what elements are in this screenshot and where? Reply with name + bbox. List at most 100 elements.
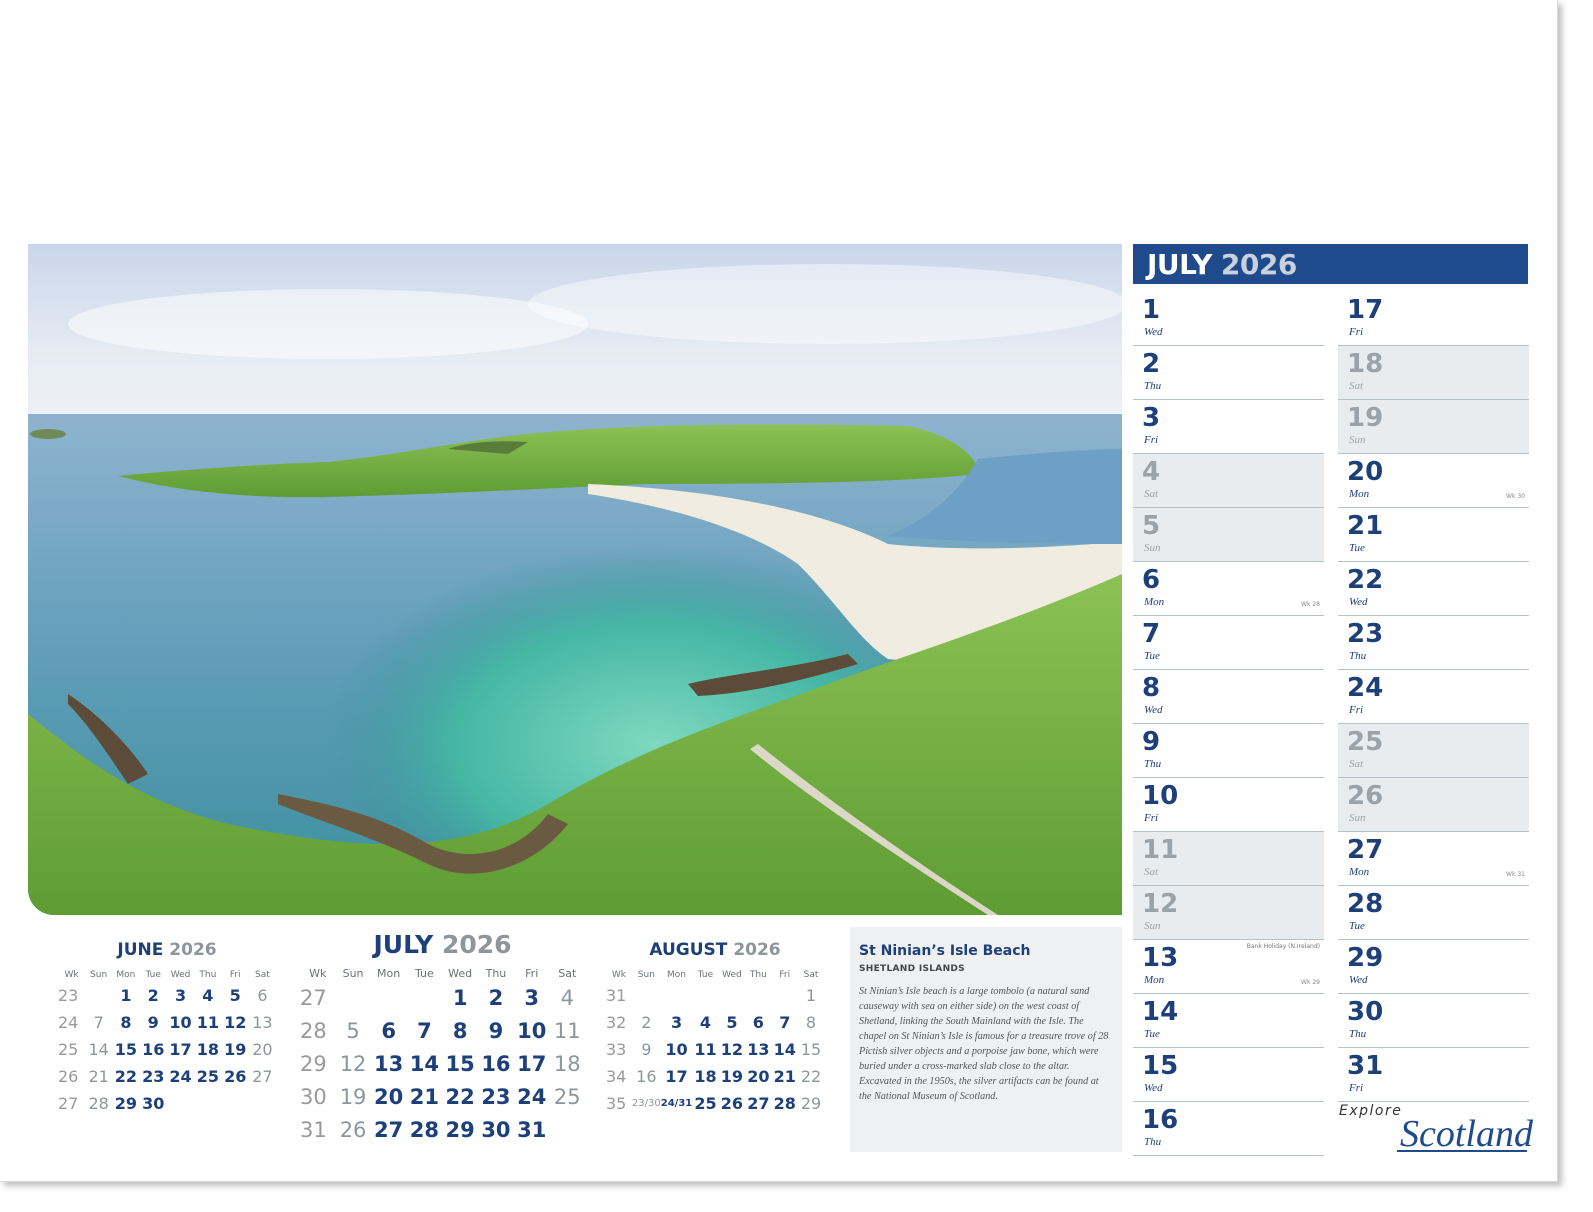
date-cell: 28 bbox=[409, 1117, 440, 1142]
day-column-left: 1 Wed 2 Thu 3 Fri 4 Sat 5 Sun 6 Mon Wk 28 7 Tue 8 Wed 9 Th… bbox=[1133, 292, 1324, 1156]
date-cell: 3 bbox=[174, 986, 187, 1005]
holiday-label: Bank Holiday (N.Ireland) bbox=[1246, 943, 1320, 950]
week-number: Wk 31 bbox=[1506, 871, 1525, 878]
day-column-right: 17 Fri 18 Sat 19 Sun 20 Mon Wk 30 21 Tue 22 Wed 23 Thu… bbox=[1338, 292, 1529, 1102]
day-number: 17 bbox=[1347, 295, 1384, 325]
day-cell-11: 11 Sat bbox=[1133, 832, 1324, 886]
date-cell: 12 bbox=[224, 1013, 247, 1032]
date-cell: 6 bbox=[257, 986, 268, 1005]
day-number: 30 bbox=[1347, 997, 1384, 1027]
date-cell: 31 bbox=[517, 1117, 547, 1142]
date-cell bbox=[661, 982, 692, 1009]
day-name: Wed bbox=[1144, 326, 1163, 338]
day-name: Sat bbox=[1349, 380, 1364, 392]
weekday-header: Tue bbox=[415, 966, 434, 980]
mini-calendar-row: 33 9 10 11 12 13 14 15 bbox=[606, 1036, 824, 1063]
day-number: 13 bbox=[1142, 943, 1179, 973]
date-cell: 2 bbox=[641, 1013, 652, 1032]
mini-calendar-grid: Wk Sun Mon Tue Wed Thu Fri Sat 23 1 2 3 4 5 6 24 7 8 9 10 11… bbox=[58, 968, 276, 1117]
date-cell bbox=[335, 981, 370, 1014]
date-cell: 8 bbox=[120, 1013, 132, 1032]
date-cell: 21 bbox=[773, 1067, 796, 1086]
brand-explore: Explore bbox=[1339, 1103, 1403, 1119]
day-cell-7: 7 Tue bbox=[1133, 616, 1324, 670]
mini-calendar-year: 2026 bbox=[733, 940, 781, 960]
weekday-header: Sat bbox=[558, 966, 577, 980]
day-number: 6 bbox=[1142, 565, 1161, 595]
day-cell-30: 30 Thu bbox=[1338, 994, 1529, 1048]
weekday-header: Thu bbox=[199, 970, 217, 980]
day-name: Fri bbox=[1144, 812, 1159, 824]
day-cell-8: 8 Wed bbox=[1133, 670, 1324, 724]
weekday-header: Wk bbox=[64, 970, 79, 980]
day-name: Sun bbox=[1144, 542, 1161, 554]
date-cell: 23/30 bbox=[631, 1098, 661, 1109]
week-number: 28 bbox=[300, 1018, 327, 1043]
date-cell: 23 bbox=[481, 1084, 511, 1109]
day-name: Mon bbox=[1349, 488, 1370, 500]
date-cell: 5 bbox=[229, 986, 241, 1005]
date-cell: 13 bbox=[747, 1040, 770, 1059]
date-cell: 4 bbox=[202, 986, 214, 1005]
day-number: 29 bbox=[1347, 943, 1384, 973]
date-cell: 11 bbox=[553, 1018, 581, 1043]
date-cell: 28 bbox=[773, 1094, 796, 1113]
date-cell: 18 bbox=[694, 1067, 717, 1086]
day-cell-12: 12 Sun bbox=[1133, 886, 1324, 940]
day-name: Sat bbox=[1144, 866, 1159, 878]
weekday-header: Sun bbox=[90, 970, 108, 980]
day-cell-15: 15 Wed bbox=[1133, 1048, 1324, 1102]
day-number: 1 bbox=[1142, 295, 1161, 325]
mini-calendar-row: 32 2 3 4 5 6 7 8 bbox=[606, 1009, 824, 1036]
date-cell: 1 bbox=[452, 985, 468, 1010]
date-cell: 2 bbox=[147, 986, 159, 1005]
date-cell: 17 bbox=[665, 1067, 688, 1086]
day-name: Fri bbox=[1349, 326, 1364, 338]
day-cell-27: 27 Mon Wk 31 bbox=[1338, 832, 1529, 886]
date-cell: 8 bbox=[452, 1018, 468, 1043]
day-name: Fri bbox=[1349, 1082, 1364, 1094]
day-cell-10: 10 Fri bbox=[1133, 778, 1324, 832]
date-cell: 23 bbox=[142, 1067, 165, 1086]
day-number: 25 bbox=[1347, 727, 1384, 757]
weekday-header: Tue bbox=[145, 970, 161, 980]
day-cell-2: 2 Thu bbox=[1133, 346, 1324, 400]
date-cell: 20 bbox=[747, 1067, 770, 1086]
date-cell: 17 bbox=[517, 1051, 547, 1076]
weekday-header: Mon bbox=[667, 970, 686, 980]
mini-calendar-row: 26 21 22 23 24 25 26 27 bbox=[58, 1063, 276, 1090]
date-cell: 17 bbox=[169, 1040, 192, 1059]
day-cell-19: 19 Sun bbox=[1338, 400, 1529, 454]
date-cell: 3 bbox=[670, 1013, 683, 1032]
month-header-month: JULY bbox=[1147, 247, 1212, 281]
date-cell bbox=[719, 982, 745, 1009]
date-cell: 11 bbox=[694, 1040, 717, 1059]
date-cell: 25 bbox=[196, 1067, 219, 1086]
day-cell-26: 26 Sun bbox=[1338, 778, 1529, 832]
day-name: Mon bbox=[1349, 866, 1370, 878]
weekday-header: Sun bbox=[637, 970, 655, 980]
week-number: 31 bbox=[300, 1117, 327, 1142]
mini-calendar-title: JULY 2026 bbox=[300, 930, 585, 959]
mini-calendar-year: 2026 bbox=[441, 930, 512, 959]
date-cell bbox=[692, 982, 718, 1009]
mini-calendar-year: 2026 bbox=[169, 940, 217, 960]
week-number: 34 bbox=[606, 1067, 627, 1086]
week-number: Wk 29 bbox=[1301, 979, 1320, 986]
date-cell: 26 bbox=[720, 1094, 744, 1113]
day-name: Tue bbox=[1144, 650, 1160, 662]
date-cell: 29 bbox=[800, 1094, 822, 1113]
date-cell bbox=[85, 982, 112, 1009]
date-cell: 27 bbox=[747, 1094, 770, 1113]
day-number: 12 bbox=[1142, 889, 1179, 919]
brand-underline bbox=[1396, 1150, 1528, 1152]
date-cell: 7 bbox=[417, 1018, 432, 1043]
day-cell-20: 20 Mon Wk 30 bbox=[1338, 454, 1529, 508]
day-name: Wed bbox=[1349, 974, 1368, 986]
day-number: 24 bbox=[1347, 673, 1384, 703]
date-cell: 14 bbox=[773, 1040, 796, 1059]
day-number: 27 bbox=[1347, 835, 1384, 865]
week-number: 23 bbox=[58, 986, 79, 1005]
date-cell: 20 bbox=[374, 1084, 404, 1109]
day-number: 20 bbox=[1347, 457, 1384, 487]
